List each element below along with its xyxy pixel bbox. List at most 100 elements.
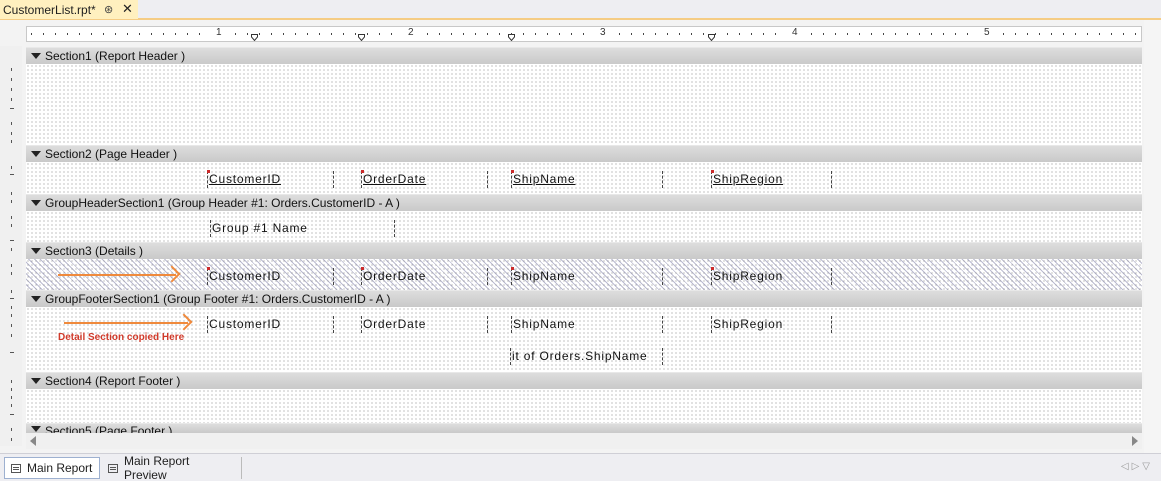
detail-field-shipname[interactable]: ShipName [511,267,663,285]
ruler-tick [331,33,332,35]
collapse-triangle-icon[interactable] [31,296,41,302]
ruler-tick [487,33,488,35]
section-header-group-header[interactable]: GroupHeaderSection1 (Group Header #1: Or… [26,194,1142,211]
collapse-triangle-icon[interactable] [31,200,41,206]
ruler-guide-marker[interactable] [358,34,365,41]
preview-icon [108,463,118,473]
horizontal-scrollbar[interactable] [26,433,1142,449]
vertical-scrollbar[interactable] [1144,20,1161,453]
ruler-guide-marker[interactable] [708,34,715,41]
ruler-tick [67,33,68,35]
ruler-tick [11,200,12,203]
ruler-tick [307,33,308,35]
ruler-tick [931,33,932,35]
report-icon [11,463,21,473]
collapse-triangle-icon[interactable] [31,248,41,254]
collapse-triangle-icon[interactable] [31,151,41,157]
ruler-tick [463,33,464,35]
ruler-tick [1075,33,1076,35]
tab-main-report-preview[interactable]: Main Report Preview [102,454,242,481]
ruler-tick [199,33,200,35]
ruler-tick [967,33,968,35]
ruler-tick [655,33,656,35]
section-header-page-header[interactable]: Section2 (Page Header ) [26,145,1142,162]
detail-field-customerid[interactable]: CustomerID [207,267,334,285]
ruler-tick [343,33,344,35]
ruler-tick [1123,33,1124,35]
close-icon[interactable]: ✕ [122,1,133,17]
document-tab[interactable]: CustomerList.rpt* ⊛ ✕ [0,0,138,19]
ruler-tick [139,33,140,35]
section-body-report-footer[interactable] [26,389,1142,424]
ruler-tick [619,33,620,35]
collapse-triangle-icon[interactable] [31,426,41,432]
ruler-tick [11,78,12,81]
group-footer-field-shipname[interactable]: ShipName [511,316,663,333]
ruler-tick [10,240,14,241]
collapse-triangle-icon[interactable] [31,378,41,384]
ruler-tick [763,33,764,35]
page-header-field-customerid[interactable]: CustomerID [207,170,334,188]
ruler-tick [667,33,668,35]
section-label: Section5 (Page Footer ) [45,424,173,433]
ruler-tick [151,33,152,35]
group-footer-field-shipregion[interactable]: ShipRegion [711,316,832,333]
ruler-tick [11,324,12,327]
section-header-group-footer[interactable]: GroupFooterSection1 (Group Footer #1: Or… [26,290,1142,307]
tab-main-report[interactable]: Main Report [4,457,100,479]
group-footer-field-orderdate[interactable]: OrderDate [361,316,488,333]
ruler-number: 2 [408,27,414,38]
ruler-tick [247,33,248,35]
ruler-guide-marker[interactable] [508,34,515,41]
ruler-tick [1003,33,1004,35]
ruler-tick [11,428,12,431]
ruler-tick [871,33,872,35]
group-name-field[interactable]: Group #1 Name [210,220,395,237]
ruler-tick [55,33,56,35]
ruler-tick [691,33,692,35]
ruler-tick [1087,33,1088,35]
section-header-report-header[interactable]: Section1 (Report Header ) [26,47,1142,64]
tab-label: Main Report [27,461,93,475]
ruler-tick [10,414,14,415]
page-header-field-shipname[interactable]: ShipName [511,170,663,188]
collapse-triangle-icon[interactable] [31,53,41,59]
ruler-tick [1051,33,1052,35]
ruler-tick [475,33,476,35]
vertical-ruler [0,46,22,446]
detail-field-shipregion[interactable]: ShipRegion [711,267,832,285]
ruler-guide-marker[interactable] [251,34,258,41]
tab-nav-arrows-icon[interactable]: ◁▷▽ [1121,461,1153,472]
ruler-tick [11,314,12,317]
page-header-field-shipregion[interactable]: ShipRegion [711,170,832,188]
section-body-details[interactable]: CustomerID OrderDate ShipName ShipRegion [26,259,1142,291]
section-body-page-header[interactable]: CustomerID OrderDate ShipName ShipRegion [26,162,1142,195]
ruler-tick [11,224,12,227]
section-header-page-footer[interactable]: Section5 (Page Footer ) [26,423,1142,433]
ruler-tick [703,33,704,35]
section-body-group-footer[interactable]: Detail Section copied Here CustomerID Or… [26,307,1142,373]
section-body-report-header[interactable] [26,64,1142,146]
ruler-tick [943,33,944,35]
tab-label: Main Report Preview [123,454,190,481]
scroll-right-icon[interactable] [1132,436,1138,446]
section-header-report-footer[interactable]: Section4 (Report Footer ) [26,372,1142,389]
ruler-tick [11,88,12,91]
ruler-tick [283,33,284,35]
group-footer-field-customerid[interactable]: CustomerID [207,316,334,333]
document-tab-title: CustomerList.rpt* [3,2,96,17]
ruler-tick [10,174,14,175]
ruler-tick [439,33,440,35]
ruler-tick [187,33,188,35]
ruler-tick [751,33,752,35]
detail-field-orderdate[interactable]: OrderDate [361,267,488,285]
pin-icon[interactable]: ⊛ [104,3,113,16]
section-header-details[interactable]: Section3 (Details ) [26,242,1142,259]
group-footer-summary-field[interactable]: it of Orders.ShipName [510,348,663,365]
ruler-tick [115,33,116,35]
report-design-surface: 1 2 3 4 5 Section1 (Report Header ) Sect… [0,20,1161,453]
page-header-field-orderdate[interactable]: OrderDate [361,170,488,188]
scroll-left-icon[interactable] [30,436,36,446]
ruler-tick [355,33,356,35]
section-body-group-header[interactable]: Group #1 Name [26,211,1142,243]
